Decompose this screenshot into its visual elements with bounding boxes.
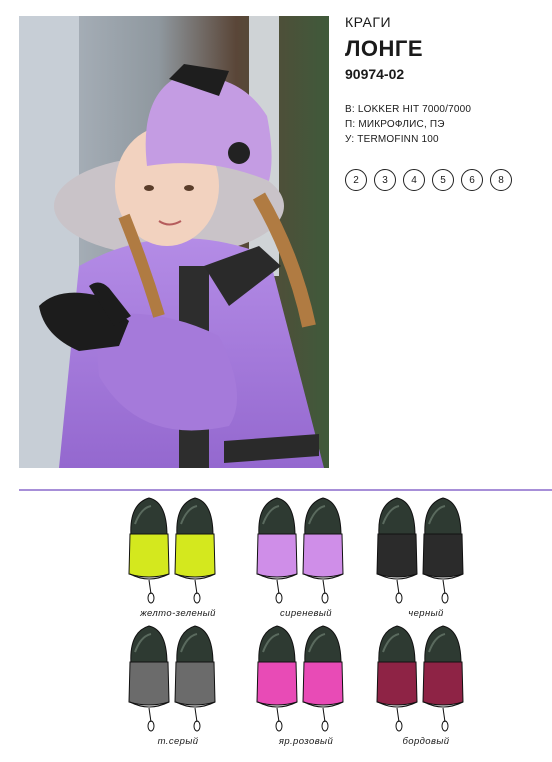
material-insulation: У: TERMOFINN 100 [345, 134, 439, 145]
size-badge: 5 [432, 169, 454, 191]
color-swatch: черный [371, 494, 481, 619]
size-badge: 2 [345, 169, 367, 191]
materials-list: В: LOKKER HIT 7000/7000 П: МИКРОФЛИС, ПЭ… [345, 102, 545, 147]
photo-illustration [19, 16, 329, 468]
color-swatch: желто-зеленый [123, 494, 233, 619]
product-name: ЛОНГЕ [345, 36, 424, 61]
material-outer: В: LOKKER HIT 7000/7000 [345, 104, 472, 115]
size-list: 2 3 4 5 6 8 [345, 169, 545, 191]
mitten-pair-icon [128, 625, 216, 732]
color-label: черный [408, 608, 444, 619]
section-divider [19, 489, 552, 491]
color-label: сиреневый [280, 608, 332, 619]
color-swatch: т.серый [123, 622, 233, 747]
mitten-pair-icon [376, 497, 464, 604]
color-label: бордовый [402, 736, 450, 747]
mitten-pair-icon [376, 625, 464, 732]
article-number: 90974-02 [345, 66, 405, 82]
color-label: яр.розовый [278, 736, 334, 747]
size-badge: 4 [403, 169, 425, 191]
mitten-pair-icon [256, 625, 344, 732]
color-label: желто-зеленый [140, 608, 216, 619]
material-lining: П: МИКРОФЛИС, ПЭ [345, 119, 445, 130]
size-badge: 6 [461, 169, 483, 191]
color-swatch: яр.розовый [251, 622, 361, 747]
color-label: т.серый [157, 736, 199, 747]
size-badge: 3 [374, 169, 396, 191]
product-photo [19, 16, 329, 468]
product-category: КРАГИ [345, 14, 392, 30]
size-badge: 8 [490, 169, 512, 191]
product-info: КРАГИ ЛОНГЕ 90974-02 В: LOKKER HIT 7000/… [345, 14, 545, 191]
color-swatch: сиреневый [251, 494, 361, 619]
color-swatch: бордовый [371, 622, 481, 747]
mitten-pair-icon [256, 497, 344, 604]
mitten-pair-icon [128, 497, 216, 604]
